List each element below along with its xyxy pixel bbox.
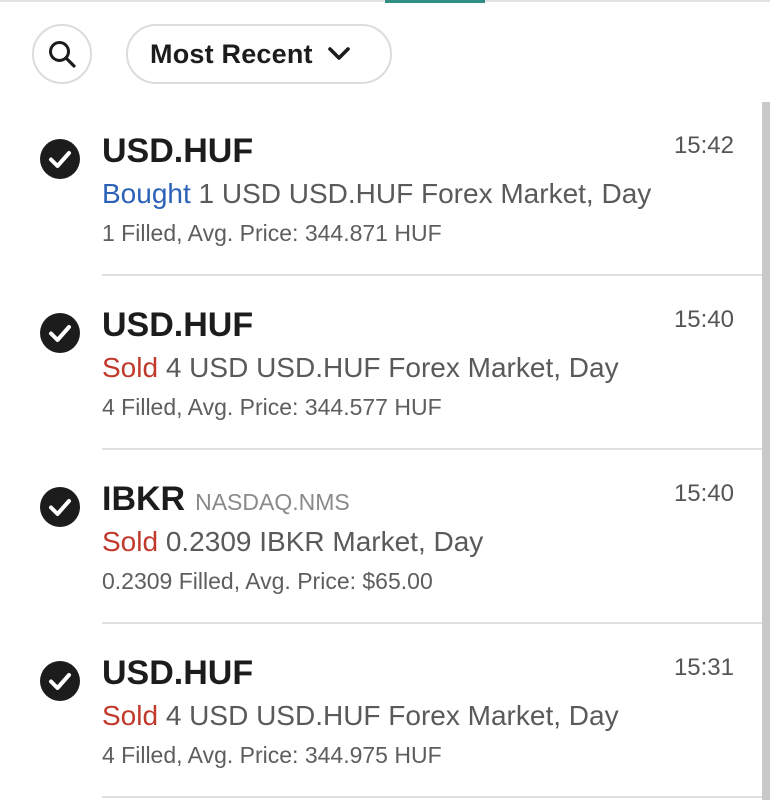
order-symbol: USD.HUF xyxy=(102,654,254,692)
order-time: 15:31 xyxy=(673,654,734,681)
chevron-down-icon xyxy=(327,46,351,62)
order-description-text: 4 USD USD.HUF Forex Market, Day xyxy=(158,700,619,731)
order-exchange: NASDAQ.NMS xyxy=(195,489,350,515)
order-side: Sold xyxy=(102,352,159,383)
order-fill-info: 0.2309 Filled, Avg. Price: $65.00 xyxy=(102,568,433,594)
order-description: Sold 4 USD USD.HUF Forex Market, Day xyxy=(102,700,619,732)
order-description: Sold 0.2309 IBKR Market, Day xyxy=(102,526,483,558)
check-circle-icon xyxy=(40,313,80,353)
order-symbol-line: USD.HUF xyxy=(102,654,263,693)
order-row[interactable]: USD.HUF 15:31 Sold 4 USD USD.HUF Forex M… xyxy=(0,624,762,798)
order-description-text: 1 USD USD.HUF Forex Market, Day xyxy=(190,178,652,209)
order-row[interactable]: USD.HUF 15:42 Bought 1 USD USD.HUF Forex… xyxy=(0,102,762,276)
row-divider xyxy=(102,796,762,798)
order-description: Sold 4 USD USD.HUF Forex Market, Day xyxy=(102,352,619,384)
sort-dropdown[interactable]: Most Recent xyxy=(126,24,392,84)
order-symbol: IBKR xyxy=(102,480,186,518)
order-time: 15:40 xyxy=(673,306,734,333)
order-fill-info: 4 Filled, Avg. Price: 344.577 HUF xyxy=(102,394,442,420)
order-fill-info: 1 Filled, Avg. Price: 344.871 HUF xyxy=(102,220,442,246)
toolbar: Most Recent xyxy=(0,22,770,88)
order-side: Bought xyxy=(102,178,191,209)
scrollbar[interactable] xyxy=(762,102,770,800)
order-time: 15:42 xyxy=(673,132,734,159)
order-time: 15:40 xyxy=(673,480,734,507)
order-symbol: USD.HUF xyxy=(102,306,254,344)
order-symbol: USD.HUF xyxy=(102,132,254,170)
order-description-text: 0.2309 IBKR Market, Day xyxy=(158,526,484,557)
sort-dropdown-label: Most Recent xyxy=(150,38,313,69)
check-circle-icon xyxy=(40,661,80,701)
order-symbol-line: USD.HUF xyxy=(102,306,263,345)
search-button[interactable] xyxy=(32,24,92,84)
order-side: Sold xyxy=(102,526,159,557)
check-circle-icon xyxy=(40,139,80,179)
order-side: Sold xyxy=(102,700,159,731)
search-icon xyxy=(49,41,76,68)
order-row[interactable]: IBKR NASDAQ.NMS 15:40 Sold 0.2309 IBKR Ma… xyxy=(0,450,762,624)
check-circle-icon xyxy=(40,487,80,527)
order-description-text: 4 USD USD.HUF Forex Market, Day xyxy=(158,352,619,383)
order-row[interactable]: USD.HUF 15:40 Sold 4 USD USD.HUF Forex M… xyxy=(0,276,762,450)
order-symbol-line: USD.HUF xyxy=(102,132,263,171)
order-fill-info: 4 Filled, Avg. Price: 344.975 HUF xyxy=(102,742,442,768)
order-symbol-line: IBKR NASDAQ.NMS xyxy=(102,480,350,519)
order-description: Bought 1 USD USD.HUF Forex Market, Day xyxy=(102,178,651,210)
orders-list: USD.HUF 15:42 Bought 1 USD USD.HUF Forex… xyxy=(0,102,762,798)
active-tab-indicator xyxy=(385,0,485,3)
